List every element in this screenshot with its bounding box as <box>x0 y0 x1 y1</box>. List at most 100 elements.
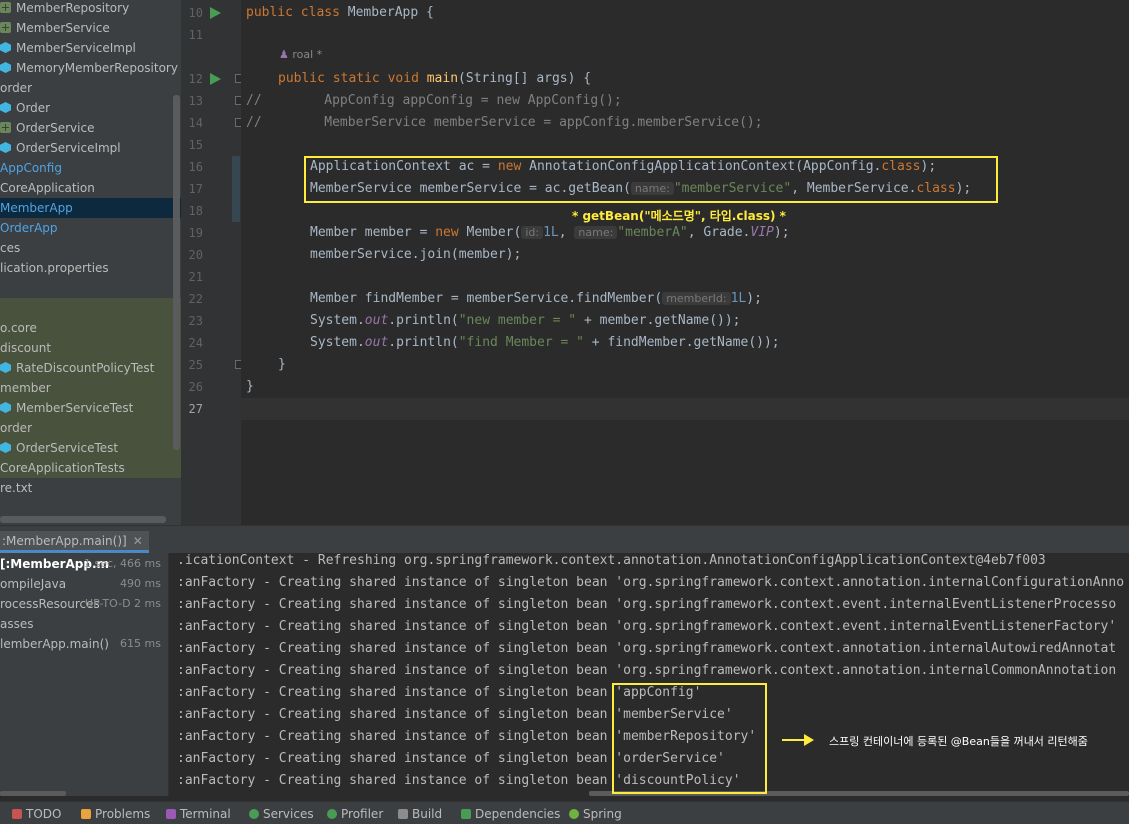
tree-item-order-service[interactable]: OrderService <box>0 118 181 138</box>
tree-folder-order-test[interactable]: order <box>0 418 181 438</box>
tree-folder-core-test[interactable]: o.core <box>0 318 181 338</box>
interface-icon <box>0 122 11 133</box>
log-line: :anFactory - Creating shared instance of… <box>177 575 1125 590</box>
tree-item-member-app[interactable]: MemberApp <box>0 198 181 218</box>
line-number: 19 <box>188 226 203 240</box>
run-panel-header <box>0 525 1129 553</box>
class-icon <box>0 442 11 453</box>
line-number: 24 <box>188 336 203 350</box>
problems-button[interactable]: Problems <box>81 806 150 822</box>
tree-folder-order[interactable]: order <box>0 78 181 98</box>
line-number: 10 <box>188 6 203 20</box>
problems-icon <box>81 809 91 819</box>
run-tree-item[interactable]: asses <box>0 614 168 634</box>
tree-folder-discount[interactable]: discount <box>0 338 181 358</box>
line-number: 14 <box>188 116 203 130</box>
line-number: 17 <box>188 182 203 196</box>
tree-folder-resources[interactable]: ces <box>0 238 181 258</box>
dependencies-icon <box>461 809 471 819</box>
todo-button[interactable]: TODO <box>12 806 61 822</box>
log-line: :anFactory - Creating shared instance of… <box>177 619 1117 634</box>
spring-button[interactable]: Spring <box>569 806 622 822</box>
class-icon <box>0 362 11 373</box>
arrow-icon <box>782 734 814 746</box>
code-editor[interactable]: public class MemberApp { ♟ roal * public… <box>241 0 1129 525</box>
tree-item-help-txt[interactable]: re.txt <box>0 478 181 498</box>
run-tree-item[interactable]: rocessResources UP-TO-D 2 ms <box>0 594 168 614</box>
code-line-22: Member findMember = memberService.findMe… <box>310 291 762 306</box>
line-number: 27 <box>188 402 203 416</box>
dependencies-button[interactable]: Dependencies <box>461 806 560 822</box>
terminal-button[interactable]: Terminal <box>166 806 231 822</box>
services-icon <box>249 809 259 819</box>
current-line-highlight <box>241 398 1129 420</box>
interface-icon <box>0 22 11 33</box>
line-number: 18 <box>188 204 203 218</box>
close-icon[interactable]: ✕ <box>133 534 143 548</box>
line-number: 11 <box>188 28 203 42</box>
code-line-24: System.out.println("find Member = " + fi… <box>310 335 780 350</box>
log-line: :anFactory - Creating shared instance of… <box>177 597 1117 612</box>
tree-item-memory-member-repository[interactable]: MemoryMemberRepository <box>0 58 181 78</box>
users-icon: ♟ <box>279 48 289 61</box>
line-number: 21 <box>188 270 203 284</box>
line-number: 15 <box>188 138 203 152</box>
class-icon <box>0 42 11 53</box>
run-tree-scrollbar[interactable] <box>0 791 66 796</box>
line-number: 25 <box>188 358 203 372</box>
log-line: :anFactory - Creating shared instance of… <box>177 663 1117 678</box>
todo-icon <box>12 809 22 819</box>
run-tree-item[interactable]: ompileJava 490 ms <box>0 574 168 594</box>
code-line-10: public class MemberApp { <box>246 5 434 20</box>
interface-icon <box>0 2 11 13</box>
code-line-12: public static void main(String[] args) { <box>278 71 592 86</box>
tree-item-order-service-impl[interactable]: OrderServiceImpl <box>0 138 181 158</box>
log-line: :anFactory - Creating shared instance of… <box>177 641 1117 656</box>
line-number: 16 <box>188 160 203 174</box>
tree-item-application-properties[interactable]: lication.properties <box>0 258 181 278</box>
run-class-icon[interactable] <box>210 7 221 19</box>
line-number: 20 <box>188 248 203 262</box>
class-icon <box>0 402 11 413</box>
tree-item-order-service-test[interactable]: OrderServiceTest <box>0 438 181 458</box>
tree-item-order-app[interactable]: OrderApp <box>0 218 181 238</box>
run-tab[interactable]: :MemberApp.main()] ✕ <box>0 531 149 553</box>
tree-item-core-application[interactable]: CoreApplication <box>0 178 181 198</box>
run-tree-item[interactable]: [:MemberApp.m 1 sec, 466 ms <box>0 554 168 574</box>
line-number: 13 <box>188 94 203 108</box>
run-main-icon[interactable] <box>210 73 221 85</box>
build-icon <box>398 809 408 819</box>
class-icon <box>0 102 11 113</box>
class-icon <box>0 62 11 73</box>
profiler-button[interactable]: Profiler <box>327 806 383 822</box>
terminal-icon <box>166 809 176 819</box>
highlight-box-beans <box>612 683 767 794</box>
line-number: 22 <box>188 292 203 306</box>
code-line-23: System.out.println("new member = " + mem… <box>310 313 741 328</box>
tree-horizontal-scrollbar[interactable] <box>0 516 166 523</box>
code-line-26: } <box>246 379 254 394</box>
code-line-13: // AppConfig appConfig = new AppConfig()… <box>246 93 622 108</box>
tree-item-member-service-test[interactable]: MemberServiceTest <box>0 398 181 418</box>
tree-item-member-repository[interactable]: MemberRepository <box>0 0 181 18</box>
code-line-14: // MemberService memberService = appConf… <box>246 115 763 130</box>
tree-item-order[interactable]: Order <box>0 98 181 118</box>
tree-vertical-scrollbar[interactable] <box>173 95 180 450</box>
tree-item-member-service-impl[interactable]: MemberServiceImpl <box>0 38 181 58</box>
change-marker <box>232 156 240 222</box>
run-tree-item[interactable]: lemberApp.main() 615 ms <box>0 634 168 654</box>
tree-item-core-application-tests[interactable]: CoreApplicationTests <box>0 458 181 478</box>
tree-item-app-config[interactable]: AppConfig <box>0 158 181 178</box>
class-icon <box>0 142 11 153</box>
tree-folder-member[interactable]: member <box>0 378 181 398</box>
author-hint[interactable]: ♟ roal * <box>279 48 322 61</box>
build-button[interactable]: Build <box>398 806 442 822</box>
tree-item-member-service[interactable]: MemberService <box>0 18 181 38</box>
code-line-20: memberService.join(member); <box>310 247 522 262</box>
run-tree[interactable]: [:MemberApp.m 1 sec, 466 ms ompileJava 490… <box>0 553 168 796</box>
bottom-tool-bar: TODO Problems Terminal Services Profiler… <box>0 801 1129 824</box>
project-tree[interactable]: MemberRepository MemberService MemberSer… <box>0 0 181 525</box>
services-button[interactable]: Services <box>249 806 314 822</box>
tree-item-rate-discount-policy-test[interactable]: RateDiscountPolicyTest <box>0 358 181 378</box>
code-line-25: } <box>278 357 286 372</box>
